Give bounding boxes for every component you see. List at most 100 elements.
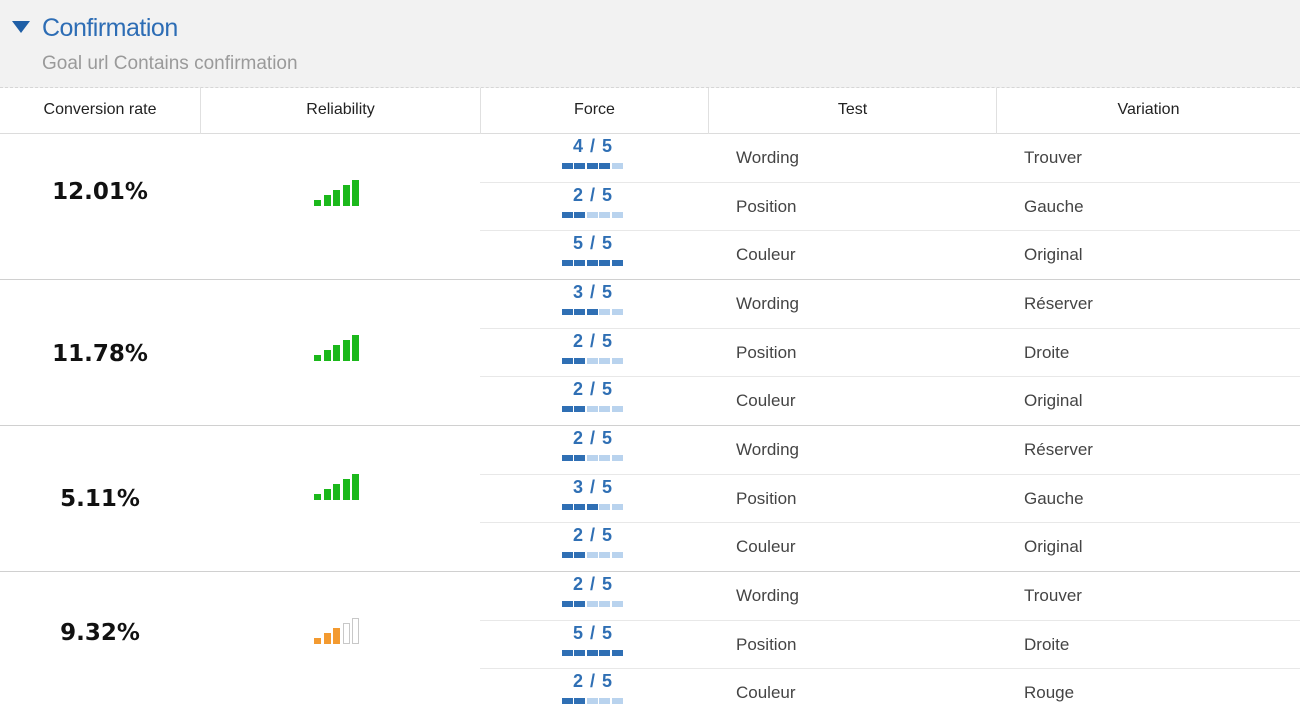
- variation-name: Original: [1024, 391, 1083, 411]
- force-block: [586, 211, 598, 218]
- force-score: 3 / 5: [572, 282, 614, 302]
- test-row[interactable]: 2 / 5 Couleur Rouge: [480, 669, 1300, 717]
- reliability-bar: [314, 494, 321, 500]
- force-score: 2 / 5: [572, 525, 614, 546]
- variation-name: Droite: [1024, 342, 1070, 362]
- force-block: [611, 260, 623, 267]
- reliability-bar: [342, 623, 350, 644]
- force-indicator: 2 / 5: [562, 671, 624, 707]
- force-block: [562, 601, 573, 607]
- test-row[interactable]: 3 / 5 Wording Réserver: [480, 280, 1300, 329]
- test-row[interactable]: 2 / 5 Wording Réserver: [480, 426, 1300, 475]
- force-indicator: 2 / 5: [562, 331, 624, 367]
- reliability-bar: [314, 200, 321, 206]
- test-row[interactable]: 5 / 5 Position Droite: [480, 621, 1300, 670]
- force-block: [599, 698, 611, 705]
- variation-name: Droite: [1024, 634, 1070, 654]
- force-block: [599, 455, 611, 461]
- reliability-signal-icon: [314, 180, 364, 206]
- force-block: [586, 455, 598, 461]
- force-score: 4 / 5: [572, 136, 614, 156]
- force-indicator: 2 / 5: [562, 525, 624, 561]
- reliability-bar: [352, 335, 359, 361]
- force-score: 2 / 5: [572, 184, 614, 205]
- force-score: 5 / 5: [572, 233, 614, 254]
- column-header-conversion-rate[interactable]: Conversion rate: [0, 88, 200, 134]
- test-name: Wording: [736, 586, 799, 605]
- reliability-bar: [352, 474, 359, 500]
- reliability-bar: [352, 618, 359, 644]
- force-block: [574, 309, 586, 315]
- force-block: [586, 357, 598, 364]
- test-row[interactable]: 2 / 5 Position Gauche: [480, 183, 1300, 232]
- force-block: [562, 503, 573, 510]
- reliability-bar: [314, 355, 321, 361]
- test-row[interactable]: 2 / 5 Position Droite: [480, 329, 1300, 378]
- result-group: 12.01% 4 / 5 Wording Trouver 2 / 5 Position Ga…: [0, 134, 1300, 280]
- test-row[interactable]: 2 / 5 Couleur Original: [480, 377, 1300, 426]
- column-header-test[interactable]: Test: [708, 88, 996, 134]
- force-score: 3 / 5: [572, 476, 614, 497]
- force-block: [562, 649, 573, 656]
- force-block: [611, 357, 623, 364]
- reliability-bar: [333, 628, 340, 644]
- reliability-bar: [323, 489, 331, 500]
- test-row[interactable]: 5 / 5 Couleur Original: [480, 231, 1300, 280]
- force-block: [574, 406, 586, 413]
- test-name: Position: [736, 634, 797, 654]
- goal-panel-header[interactable]: Confirmation Goal url Contains confirmat…: [0, 0, 1300, 88]
- force-block: [574, 357, 586, 364]
- force-block: [611, 406, 623, 413]
- test-name: Couleur: [736, 391, 796, 411]
- force-block: [574, 503, 586, 510]
- column-header-reliability[interactable]: Reliability: [200, 88, 480, 134]
- force-block: [599, 309, 611, 315]
- force-indicator: 2 / 5: [562, 379, 624, 415]
- force-block: [586, 698, 598, 705]
- force-block: [574, 260, 586, 267]
- test-name: Wording: [736, 148, 799, 167]
- test-name: Couleur: [736, 245, 796, 265]
- reliability-bar: [342, 340, 350, 361]
- reliability-bar: [333, 190, 340, 206]
- force-block: [562, 698, 573, 705]
- variation-name: Gauche: [1024, 488, 1084, 508]
- force-block: [599, 357, 611, 364]
- force-block: [562, 260, 573, 267]
- goal-title[interactable]: Confirmation: [42, 14, 178, 43]
- test-row[interactable]: 3 / 5 Position Gauche: [480, 475, 1300, 524]
- reliability-bar: [333, 484, 340, 500]
- reliability-signal-icon: [314, 618, 364, 644]
- collapse-caret-icon[interactable]: [12, 21, 30, 33]
- force-block: [562, 455, 573, 461]
- reliability-bar: [342, 185, 350, 206]
- reliability-bar: [323, 195, 331, 206]
- force-score: 2 / 5: [572, 574, 614, 594]
- goal-subtitle: Goal url Contains confirmation: [42, 53, 298, 74]
- force-indicator: 3 / 5: [562, 282, 624, 318]
- force-block: [599, 552, 611, 559]
- force-block: [599, 601, 611, 607]
- conversion-rate-value: 5.11%: [60, 486, 140, 512]
- test-name: Position: [736, 342, 797, 362]
- column-header-variation[interactable]: Variation: [996, 88, 1300, 134]
- variation-name: Original: [1024, 245, 1083, 265]
- force-block: [599, 260, 611, 267]
- force-block: [574, 601, 586, 607]
- force-score: 2 / 5: [572, 379, 614, 400]
- test-row[interactable]: 2 / 5 Couleur Original: [480, 523, 1300, 572]
- result-group: 11.78% 3 / 5 Wording Réserver 2 / 5 Position D…: [0, 280, 1300, 426]
- force-block: [599, 503, 611, 510]
- reliability-bar: [333, 345, 340, 361]
- test-name: Position: [736, 488, 797, 508]
- force-block: [611, 601, 623, 607]
- test-row[interactable]: 4 / 5 Wording Trouver: [480, 134, 1300, 183]
- variation-name: Gauche: [1024, 196, 1084, 216]
- test-row[interactable]: 2 / 5 Wording Trouver: [480, 572, 1300, 621]
- column-header-force[interactable]: Force: [480, 88, 708, 134]
- force-indicator: 2 / 5: [562, 428, 624, 464]
- conversion-rate-value: 12.01%: [52, 179, 148, 205]
- force-block: [574, 211, 586, 218]
- force-block: [574, 649, 586, 656]
- conversion-rate-value: 9.32%: [60, 620, 140, 646]
